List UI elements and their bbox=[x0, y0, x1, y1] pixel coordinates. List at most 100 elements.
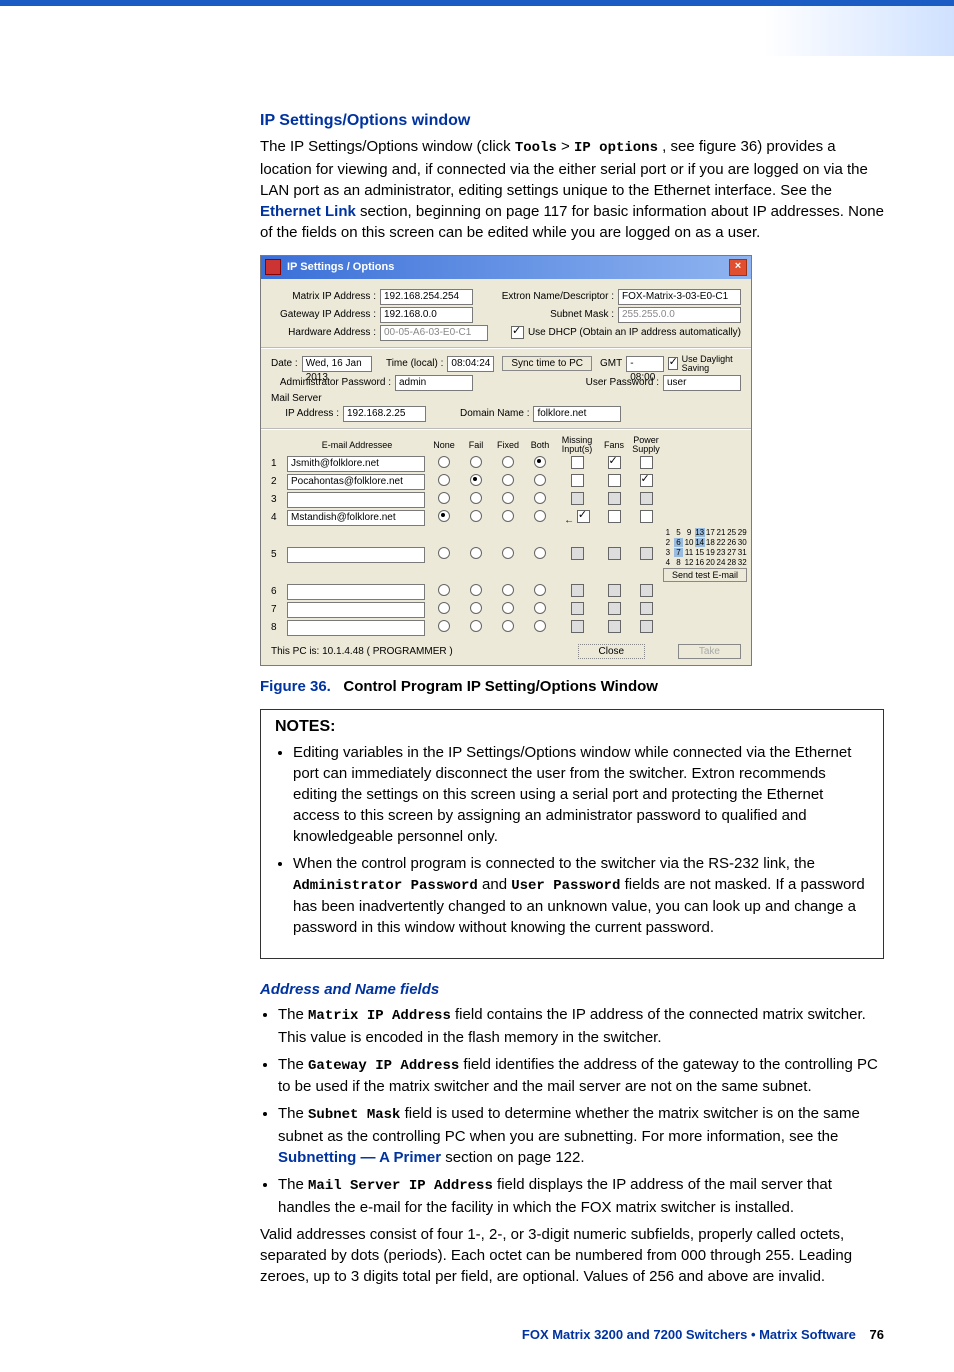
admin-pw-field[interactable]: admin bbox=[395, 375, 473, 391]
checkbox[interactable] bbox=[640, 474, 653, 487]
checkbox[interactable] bbox=[571, 474, 584, 487]
radio[interactable] bbox=[534, 456, 546, 468]
radio[interactable] bbox=[438, 547, 450, 559]
checkbox[interactable] bbox=[608, 456, 621, 469]
radio[interactable] bbox=[534, 620, 546, 632]
radio[interactable] bbox=[534, 602, 546, 614]
email-input[interactable] bbox=[287, 492, 425, 508]
checkbox[interactable] bbox=[608, 492, 621, 505]
hardware-field: 00-05-A6-03-E0-C1 bbox=[380, 325, 488, 341]
radio[interactable] bbox=[502, 510, 514, 522]
send-test-button[interactable]: Send test E-mail bbox=[663, 568, 747, 582]
daylight-checkbox[interactable] bbox=[668, 357, 678, 370]
hdr-power: Power Supply bbox=[631, 436, 661, 454]
radio[interactable] bbox=[438, 602, 450, 614]
checkbox[interactable] bbox=[640, 547, 653, 560]
checkbox[interactable] bbox=[571, 620, 584, 633]
dialog-titlebar: IP Settings / Options × bbox=[261, 256, 751, 279]
close-button[interactable]: Close bbox=[578, 644, 646, 659]
note-and: and bbox=[482, 876, 511, 893]
radio[interactable] bbox=[470, 547, 482, 559]
checkbox[interactable] bbox=[608, 474, 621, 487]
hdr-fixed: Fixed bbox=[493, 440, 523, 450]
radio[interactable] bbox=[438, 584, 450, 596]
checkbox[interactable] bbox=[640, 456, 653, 469]
checkbox[interactable] bbox=[571, 547, 584, 560]
radio[interactable] bbox=[534, 492, 546, 504]
email-input[interactable] bbox=[287, 584, 425, 600]
subnet-mask-field[interactable]: 255.255.0.0 bbox=[618, 307, 741, 323]
radio[interactable] bbox=[534, 474, 546, 486]
checkbox[interactable] bbox=[608, 602, 621, 615]
radio[interactable] bbox=[502, 620, 514, 632]
lbl-hardware: Hardware Address : bbox=[271, 327, 376, 338]
user-pw-field[interactable]: user bbox=[663, 375, 741, 391]
radio[interactable] bbox=[502, 456, 514, 468]
page-top-accent bbox=[0, 0, 954, 56]
checkbox[interactable] bbox=[640, 510, 653, 523]
radio[interactable] bbox=[502, 547, 514, 559]
radio[interactable] bbox=[502, 602, 514, 614]
sync-time-button[interactable]: Sync time to PC bbox=[502, 356, 592, 371]
radio[interactable] bbox=[470, 602, 482, 614]
checkbox[interactable] bbox=[640, 602, 653, 615]
gmt-offset-field[interactable]: - 08:00 bbox=[626, 356, 663, 372]
subnetting-link[interactable]: Subnetting — A Primer bbox=[278, 1149, 441, 1166]
radio[interactable] bbox=[438, 492, 450, 504]
checkbox[interactable] bbox=[608, 584, 621, 597]
checkbox[interactable] bbox=[571, 584, 584, 597]
radio[interactable] bbox=[534, 584, 546, 596]
radio[interactable] bbox=[502, 474, 514, 486]
close-icon[interactable]: × bbox=[729, 259, 747, 276]
checkbox[interactable] bbox=[608, 547, 621, 560]
extron-name-field[interactable]: FOX-Matrix-3-03-E0-C1 bbox=[618, 289, 741, 305]
this-pc-text: This PC is: 10.1.4.48 ( PROGRAMMER ) bbox=[271, 646, 453, 657]
row-num: 1 bbox=[271, 458, 285, 469]
radio[interactable] bbox=[438, 510, 450, 522]
radio[interactable] bbox=[438, 474, 450, 486]
gateway-ip-field[interactable]: 192.168.0.0 bbox=[380, 307, 473, 323]
domain-field[interactable]: folklore.net bbox=[533, 406, 621, 422]
ip-settings-dialog: IP Settings / Options × Matrix IP Addres… bbox=[260, 255, 752, 666]
radio[interactable] bbox=[470, 456, 482, 468]
heading-ip-settings: IP Settings/Options window bbox=[260, 112, 884, 130]
date-field[interactable]: Wed, 16 Jan 2013 bbox=[302, 356, 372, 372]
radio[interactable] bbox=[470, 620, 482, 632]
radio[interactable] bbox=[470, 510, 482, 522]
checkbox[interactable] bbox=[640, 620, 653, 633]
email-table: E-mail Addressee None Fail Fixed Both Mi… bbox=[271, 436, 741, 454]
checkbox[interactable] bbox=[571, 602, 584, 615]
checkbox[interactable] bbox=[608, 620, 621, 633]
checkbox[interactable] bbox=[608, 510, 621, 523]
radio[interactable] bbox=[502, 492, 514, 504]
radio[interactable] bbox=[438, 620, 450, 632]
email-input[interactable] bbox=[287, 602, 425, 618]
checkbox[interactable] bbox=[571, 492, 584, 505]
take-button[interactable]: Take bbox=[678, 644, 741, 659]
radio[interactable] bbox=[470, 584, 482, 596]
heading-address-name: Address and Name fields bbox=[260, 981, 884, 998]
mail-ip-field[interactable]: 192.168.2.25 bbox=[343, 406, 426, 422]
checkbox[interactable] bbox=[640, 584, 653, 597]
checkbox[interactable] bbox=[640, 492, 653, 505]
time-field[interactable]: 08:04:24 bbox=[447, 356, 494, 372]
ethernet-link[interactable]: Ethernet Link bbox=[260, 203, 356, 220]
email-input[interactable] bbox=[287, 620, 425, 636]
radio[interactable] bbox=[470, 492, 482, 504]
email-input[interactable]: Mstandish@folklore.net bbox=[287, 510, 425, 526]
email-row: 4 Mstandish@folklore.net ← bbox=[271, 510, 741, 526]
checkbox[interactable] bbox=[571, 456, 584, 469]
lbl-gmt: GMT bbox=[600, 358, 622, 369]
radio[interactable] bbox=[534, 510, 546, 522]
matrix-ip-field[interactable]: 192.168.254.254 bbox=[380, 289, 473, 305]
email-input[interactable]: Jsmith@folklore.net bbox=[287, 456, 425, 472]
use-dhcp-checkbox[interactable] bbox=[511, 326, 524, 339]
radio[interactable] bbox=[470, 474, 482, 486]
email-input[interactable]: Pocahontas@folklore.net bbox=[287, 474, 425, 490]
email-input[interactable] bbox=[287, 547, 425, 563]
radio[interactable] bbox=[438, 456, 450, 468]
checkbox[interactable] bbox=[577, 510, 590, 523]
radio[interactable] bbox=[534, 547, 546, 559]
radio[interactable] bbox=[502, 584, 514, 596]
note-admin-pw: Administrator Password bbox=[293, 878, 478, 894]
